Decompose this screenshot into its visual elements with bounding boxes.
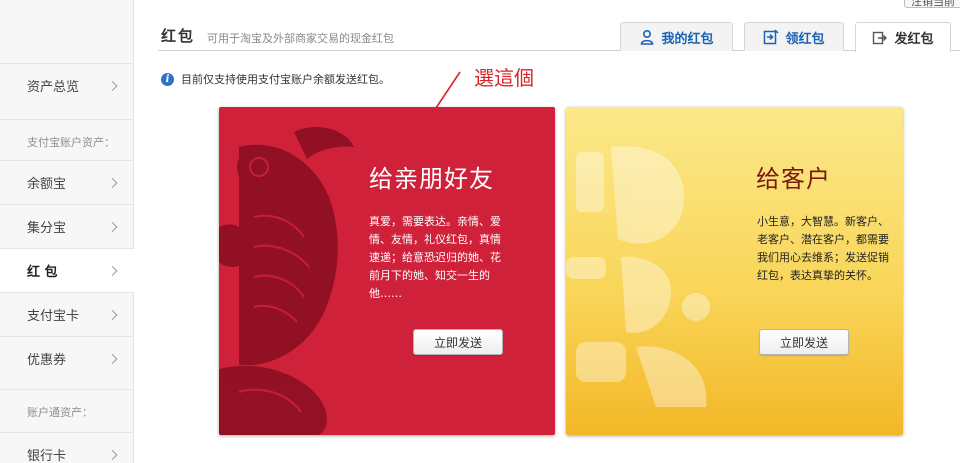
tab-send-hongbao[interactable]: 发红包 xyxy=(855,22,951,52)
chevron-right-icon xyxy=(107,309,118,320)
tab-my-hongbao[interactable]: 我的红包 xyxy=(620,22,733,51)
sidebar-item-overview[interactable]: 资产总览 xyxy=(0,63,134,107)
chevron-right-icon xyxy=(107,221,118,232)
sidebar-item-label: 集分宝 xyxy=(27,221,67,236)
papercut-fish-icon xyxy=(219,127,354,435)
sidebar-section-label: 账户通资产： xyxy=(27,405,93,419)
user-icon xyxy=(639,29,655,45)
logout-link[interactable]: 注销当前 xyxy=(904,0,960,8)
sidebar-item-label: 银行卡 xyxy=(27,449,67,463)
sidebar-section-alipay-assets: 支付宝账户资产： xyxy=(0,119,134,163)
sidebar-section-account-assets: 账户通资产： xyxy=(0,389,134,433)
card-customers[interactable]: 给客户 小生意，大智慧。新客户、老客户、潜在客户，都需要我们用心去维系；发送促销… xyxy=(566,107,903,435)
annotation-text: 選這個 xyxy=(474,66,534,90)
tab-label: 我的红包 xyxy=(661,31,714,47)
sidebar-item-label: 余额宝 xyxy=(27,177,67,192)
receive-icon xyxy=(763,29,780,45)
chevron-right-icon xyxy=(107,265,118,276)
card-title: 给客户 xyxy=(756,165,831,193)
chevron-right-icon xyxy=(107,80,118,91)
chevron-right-icon xyxy=(107,353,118,364)
card-title: 给亲朋好友 xyxy=(369,165,494,193)
sidebar-item-bank-card[interactable]: 银行卡 xyxy=(0,432,134,463)
info-icon: i xyxy=(161,72,174,86)
tab-receive-hongbao[interactable]: 领红包 xyxy=(744,22,844,51)
send-now-button[interactable]: 立即发送 xyxy=(413,329,503,355)
send-icon xyxy=(872,30,888,46)
sidebar-item-label: 红 包 xyxy=(27,265,58,280)
tab-label: 领红包 xyxy=(785,31,825,47)
chevron-right-icon xyxy=(107,177,118,188)
tab-label: 发红包 xyxy=(894,32,934,47)
card-friends[interactable]: 给亲朋好友 真爱，需要表达。亲情、爱情、友情，礼仪红包，真情速递；给意恐迟归的她… xyxy=(219,107,555,435)
chevron-right-icon xyxy=(107,449,118,460)
calligraphy-seal-icon xyxy=(566,146,710,407)
card-description: 真爱，需要表达。亲情、爱情、友情，礼仪红包，真情速递；给意恐迟归的她、花前月下的… xyxy=(369,215,501,300)
info-notice: i 目前仅支持使用支付宝账户余额发送红包。 xyxy=(161,71,390,87)
sidebar-item-label: 资产总览 xyxy=(27,80,80,95)
sidebar-item-jifenbao[interactable]: 集分宝 xyxy=(0,204,134,248)
info-text: 目前仅支持使用支付宝账户余额发送红包。 xyxy=(181,73,390,86)
sidebar-item-yuebao[interactable]: 余额宝 xyxy=(0,160,134,204)
page-subtitle: 可用于淘宝及外部商家交易的现金红包 xyxy=(207,32,394,45)
sidebar: 资产总览 支付宝账户资产： 余额宝 集分宝 红 包 支付宝卡 优惠券 账户通资产… xyxy=(0,0,135,463)
send-now-button[interactable]: 立即发送 xyxy=(759,329,849,355)
card-description: 小生意，大智慧。新客户、老客户、潜在客户，都需要我们用心去维系；发送促销红包，表… xyxy=(757,215,889,282)
sidebar-item-label: 优惠券 xyxy=(27,353,67,368)
sidebar-item-coupons[interactable]: 优惠券 xyxy=(0,336,134,380)
sidebar-section-label: 支付宝账户资产： xyxy=(27,135,115,149)
sidebar-item-alipay-card[interactable]: 支付宝卡 xyxy=(0,292,134,336)
sidebar-item-label: 支付宝卡 xyxy=(27,309,80,324)
page-title: 红包 xyxy=(161,27,196,45)
sidebar-item-hongbao[interactable]: 红 包 xyxy=(0,248,135,292)
